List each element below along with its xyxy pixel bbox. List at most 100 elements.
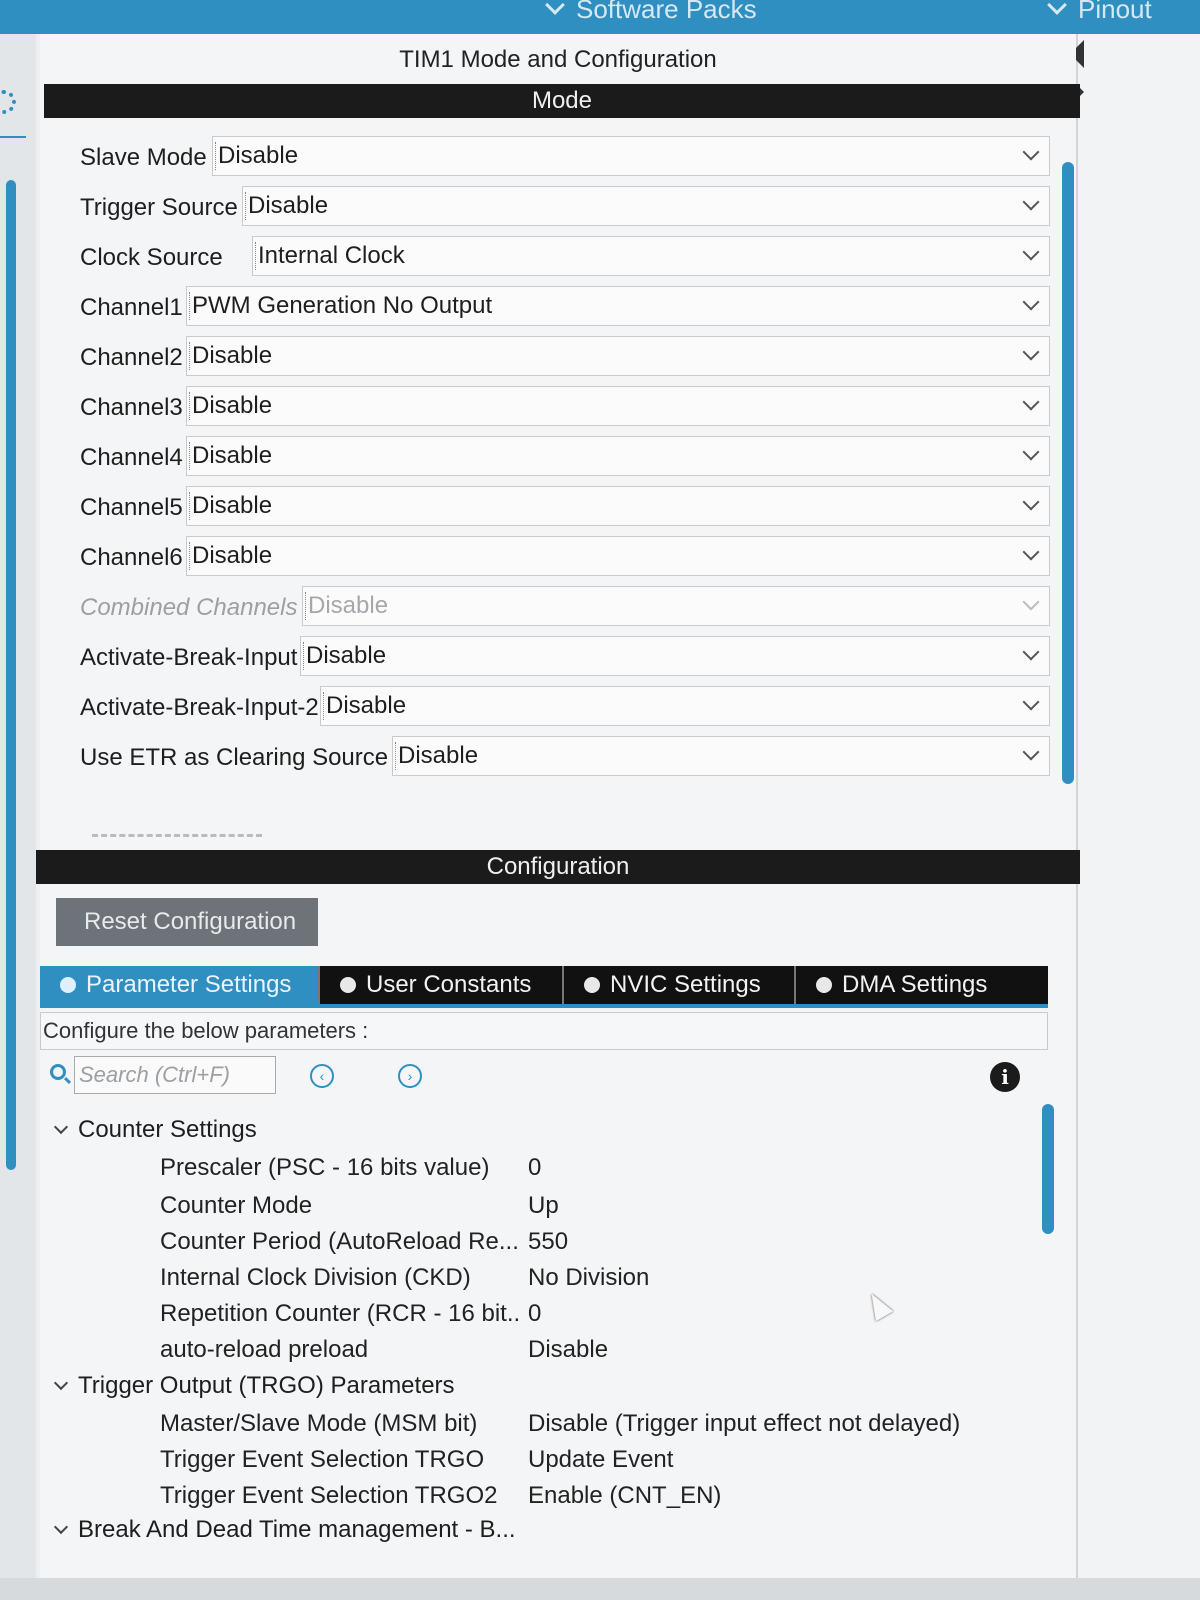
field-label: Clock Source [80, 244, 223, 271]
param-name: Counter Mode [160, 1192, 313, 1219]
chevron-down-icon [53, 1519, 69, 1535]
chevron-down-icon [1022, 493, 1040, 511]
next-match-icon[interactable]: › [398, 1064, 422, 1088]
clock-source-select[interactable]: Internal Clock [252, 236, 1050, 276]
param-row[interactable]: Internal Clock Division (CKD) No Division [40, 1264, 1040, 1298]
tim1-config-panel: TIM1 Mode and Configuration Mode Slave M… [36, 34, 1080, 1600]
search-input[interactable] [74, 1056, 276, 1094]
chevron-down-icon [1022, 393, 1040, 411]
param-row[interactable]: Trigger Event Selection TRGO2 Enable (CNT… [40, 1482, 1040, 1516]
param-value: No Division [528, 1264, 650, 1291]
param-value: Update Event [528, 1446, 674, 1473]
field-label: Channel5 [80, 494, 183, 521]
chevron-down-icon [1022, 643, 1040, 661]
check-circle-icon [584, 977, 600, 993]
top-toolbar: Software Packs Pinout [0, 0, 1200, 34]
param-value: 0 [528, 1154, 542, 1181]
channel5-select[interactable]: Disable [186, 486, 1050, 526]
param-value: Disable (Trigger input effect not delaye… [528, 1410, 961, 1437]
group-counter-settings[interactable]: Counter Settings [52, 1116, 257, 1144]
field-label: Combined Channels [80, 594, 298, 621]
trigger-source-select[interactable]: Disable [242, 186, 1050, 226]
previous-match-icon[interactable]: ‹ [310, 1064, 334, 1088]
combined-channels-select: Disable [302, 586, 1050, 626]
reset-configuration-button[interactable]: Reset Configuration [56, 898, 318, 946]
field-label: Trigger Source [80, 194, 238, 221]
tab-user-constants[interactable]: User Constants [320, 966, 562, 1004]
info-icon[interactable]: i [990, 1062, 1020, 1092]
param-name: Repetition Counter (RCR - 16 bit... [160, 1300, 522, 1327]
chevron-down-icon [1022, 193, 1040, 211]
param-name: Counter Period (AutoReload Re... [160, 1228, 519, 1255]
activate-break-input-select[interactable]: Disable [300, 636, 1050, 676]
chevron-down-icon [53, 1375, 69, 1391]
param-row[interactable]: Counter Period (AutoReload Re... 550 [40, 1228, 1040, 1262]
param-value: Enable (CNT_EN) [528, 1482, 722, 1509]
param-value: 550 [528, 1228, 569, 1255]
chevron-down-icon [1022, 243, 1040, 261]
activate-break-input-2-select[interactable]: Disable [320, 686, 1050, 726]
parameter-tree: Counter Settings Prescaler (PSC - 16 bit… [40, 1104, 1054, 1584]
mode-scrollbar[interactable] [1062, 162, 1074, 784]
activate-break-input-2-row: Activate-Break-Input-2 Disable [80, 686, 1050, 726]
param-value: Up [528, 1192, 559, 1219]
chevron-down-icon [545, 0, 565, 15]
params-scrollbar[interactable] [1042, 1104, 1054, 1234]
etr-clearing-source-row: Use ETR as Clearing Source Disable [80, 736, 1050, 776]
channel3-row: Channel3 Disable [80, 386, 1050, 426]
param-row[interactable]: Prescaler (PSC - 16 bits value) 0 [40, 1154, 1040, 1188]
mode-header: Mode [44, 84, 1080, 118]
chevron-down-icon [1022, 593, 1040, 611]
panel-title: TIM1 Mode and Configuration [399, 46, 717, 73]
channel6-row: Channel6 Disable [80, 536, 1050, 576]
parameters-description: Configure the below parameters : [40, 1012, 1048, 1050]
field-label: Use ETR as Clearing Source [80, 744, 389, 771]
check-circle-icon [816, 977, 832, 993]
check-circle-icon [340, 977, 356, 993]
param-name: Internal Clock Division (CKD) [160, 1264, 471, 1291]
bottom-status-strip [0, 1578, 1200, 1600]
group-trgo-parameters[interactable]: Trigger Output (TRGO) Parameters [52, 1372, 455, 1400]
slave-mode-row: Slave Mode Disable [80, 136, 1050, 176]
channel6-select[interactable]: Disable [186, 536, 1050, 576]
field-label: Channel4 [80, 444, 183, 471]
param-name: Master/Slave Mode (MSM bit) [160, 1410, 478, 1437]
param-value: Disable [528, 1336, 609, 1363]
param-row[interactable]: Trigger Event Selection TRGO Update Event [40, 1446, 1040, 1480]
chevron-down-icon [1022, 743, 1040, 761]
clock-source-row: Clock Source Internal Clock [80, 236, 1050, 276]
slave-mode-select[interactable]: Disable [212, 136, 1050, 176]
channel4-row: Channel4 Disable [80, 436, 1050, 476]
param-row[interactable]: Master/Slave Mode (MSM bit) Disable (Trig… [40, 1410, 1040, 1444]
xor-activation-checkbox[interactable] [92, 834, 262, 844]
field-label: Channel3 [80, 394, 183, 421]
divider [0, 136, 26, 138]
search-icon [50, 1064, 66, 1080]
pinout-menu[interactable]: Pinout [1047, 0, 1152, 24]
etr-clearing-source-select[interactable]: Disable [392, 736, 1050, 776]
field-label: Activate-Break-Input-2 [80, 694, 319, 721]
software-packs-menu[interactable]: Software Packs [545, 0, 757, 24]
param-value: 0 [528, 1300, 542, 1327]
right-pane [1070, 34, 1200, 1600]
channel1-select[interactable]: PWM Generation No Output [186, 286, 1050, 326]
chevron-down-icon [1022, 543, 1040, 561]
chevron-down-icon [1022, 443, 1040, 461]
tab-nvic-settings[interactable]: NVIC Settings [564, 966, 794, 1004]
left-scrollbar[interactable] [6, 180, 16, 1170]
group-break-dead-time[interactable]: Break And Dead Time management - B... [52, 1516, 516, 1544]
param-row[interactable]: auto-reload preload Disable [40, 1336, 1040, 1370]
mode-section: Slave Mode Disable Trigger Source Disabl… [40, 122, 1080, 848]
field-label: Channel6 [80, 544, 183, 571]
search-bar: ‹ › i [48, 1056, 1048, 1096]
activate-break-input-row: Activate-Break-Input Disable [80, 636, 1050, 676]
tab-dma-settings[interactable]: DMA Settings [796, 966, 1026, 1004]
channel2-select[interactable]: Disable [186, 336, 1050, 376]
tab-parameter-settings[interactable]: Parameter Settings [40, 966, 318, 1004]
chevron-down-icon [53, 1119, 69, 1135]
channel2-row: Channel2 Disable [80, 336, 1050, 376]
gear-icon[interactable] [0, 90, 16, 114]
param-row[interactable]: Counter Mode Up [40, 1192, 1040, 1226]
channel4-select[interactable]: Disable [186, 436, 1050, 476]
channel3-select[interactable]: Disable [186, 386, 1050, 426]
